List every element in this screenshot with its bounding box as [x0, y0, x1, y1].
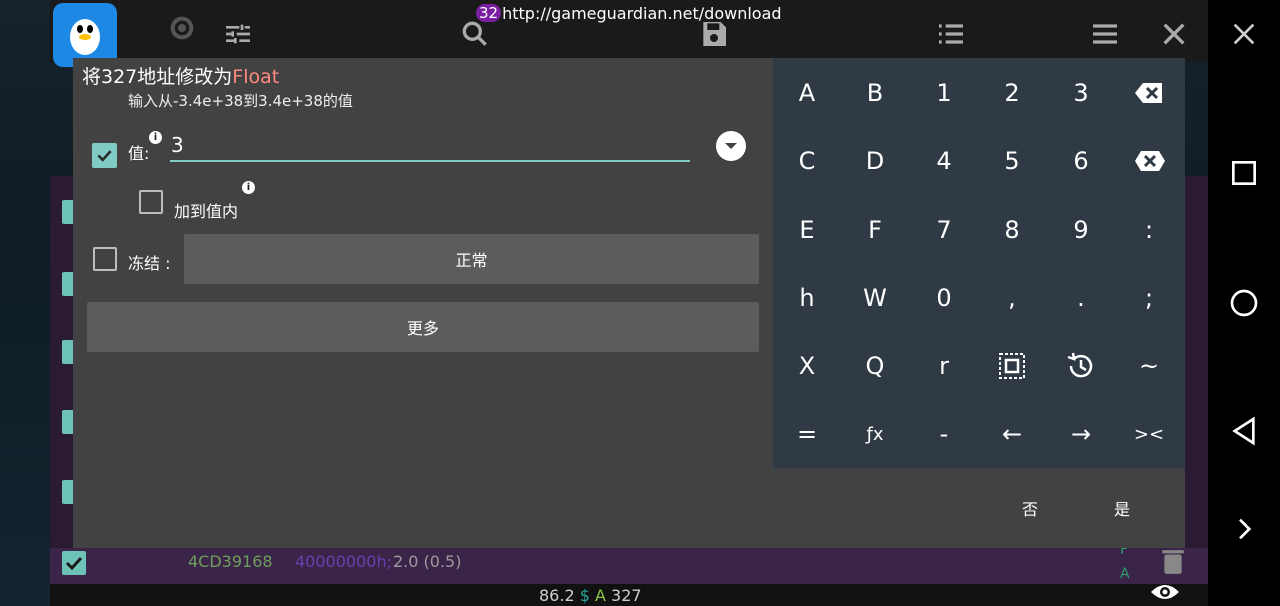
key-B[interactable]: B [841, 59, 909, 127]
key-X[interactable]: X [773, 332, 841, 400]
key-0[interactable]: 0 [910, 264, 978, 332]
menu-icon[interactable] [1089, 18, 1121, 50]
add-to-value-label: 加到值内 [174, 202, 239, 221]
key-h[interactable]: h [773, 264, 841, 332]
url-bar[interactable]: 32 http://gameguardian.net/download [476, 2, 782, 24]
key-.[interactable]: . [1047, 264, 1115, 332]
result-value: 2.0 (0.5) [393, 552, 462, 571]
dialog-title-prefix: 将327地址修改为 [82, 66, 233, 88]
key-6[interactable]: 6 [1047, 127, 1115, 195]
key-=[interactable]: = [773, 400, 841, 468]
result-address: 4CD39168 [188, 552, 273, 571]
dropdown-button[interactable] [716, 131, 746, 161]
key-←[interactable]: ← [978, 400, 1046, 468]
eye-icon[interactable] [1150, 582, 1180, 602]
backspace-icon[interactable] [1115, 59, 1183, 127]
status-stats: 86.2 $ A 327 [539, 586, 642, 605]
settings-icon[interactable] [166, 12, 198, 44]
more-button[interactable]: 更多 [87, 302, 759, 352]
key-A[interactable]: A [773, 59, 841, 127]
chevron-down-icon [725, 143, 737, 149]
key-~[interactable]: ~ [1115, 332, 1183, 400]
chevron-right-icon[interactable] [1228, 513, 1260, 545]
select-all-icon[interactable] [978, 332, 1046, 400]
key-3[interactable]: 3 [1047, 59, 1115, 127]
recents-icon[interactable] [1228, 157, 1260, 189]
info-icon[interactable]: i [149, 131, 162, 144]
close-icon[interactable] [1158, 18, 1190, 50]
key-><[interactable]: >< [1115, 400, 1183, 468]
key-→[interactable]: → [1047, 400, 1115, 468]
key--[interactable]: - [910, 400, 978, 468]
info-icon[interactable]: i [242, 181, 255, 194]
result-hex: 40000000h; [295, 552, 392, 571]
freeze-mode-button[interactable]: 正常 [184, 234, 759, 284]
key-2[interactable]: 2 [978, 59, 1046, 127]
value-checkbox[interactable] [92, 143, 117, 168]
value-label: 值: [128, 144, 150, 163]
key-,[interactable]: , [978, 264, 1046, 332]
key-4[interactable]: 4 [910, 127, 978, 195]
key-9[interactable]: 9 [1047, 196, 1115, 264]
trash-icon[interactable] [1160, 548, 1186, 576]
status-count: 327 [611, 586, 642, 605]
status-percent: 86.2 [539, 586, 575, 605]
history-icon[interactable] [1047, 332, 1115, 400]
status-a-label: A [595, 586, 606, 605]
key-:[interactable]: : [1115, 196, 1183, 264]
key-W[interactable]: W [841, 264, 909, 332]
url-badge: 32 [476, 4, 502, 22]
dialog-title: 将327地址修改为Float [82, 62, 279, 89]
key-8[interactable]: 8 [978, 196, 1046, 264]
key-Q[interactable]: Q [841, 332, 909, 400]
key-F[interactable]: F [841, 196, 909, 264]
back-icon[interactable] [1228, 415, 1260, 447]
url-text[interactable]: http://gameguardian.net/download [502, 4, 781, 23]
no-button[interactable]: 否 [990, 490, 1070, 526]
freeze-label: 冻结 : [128, 254, 171, 273]
key-r[interactable]: r [910, 332, 978, 400]
add-to-value-checkbox[interactable] [139, 190, 163, 214]
home-icon[interactable] [1228, 287, 1260, 319]
key-E[interactable]: E [773, 196, 841, 264]
list-icon[interactable] [935, 18, 967, 50]
clear-icon[interactable] [1115, 127, 1183, 195]
key-7[interactable]: 7 [910, 196, 978, 264]
key-1[interactable]: 1 [910, 59, 978, 127]
result-checkbox[interactable] [62, 551, 86, 575]
penguin-icon [70, 19, 100, 55]
tune-icon[interactable] [222, 18, 254, 50]
dialog-subtitle: 输入从-3.4e+38到3.4e+38的值 [128, 92, 353, 110]
yes-button[interactable]: 是 [1082, 490, 1162, 526]
result-flag-a: A [1120, 566, 1130, 582]
key-C[interactable]: C [773, 127, 841, 195]
freeze-checkbox[interactable] [93, 247, 117, 271]
key-D[interactable]: D [841, 127, 909, 195]
value-input[interactable] [170, 130, 690, 162]
key-;[interactable]: ; [1115, 264, 1183, 332]
dialog-title-type: Float [232, 66, 280, 88]
key-ƒx[interactable]: ƒx [841, 400, 909, 468]
close-icon[interactable] [1228, 18, 1260, 50]
status-dollar: $ [579, 586, 590, 605]
key-5[interactable]: 5 [978, 127, 1046, 195]
